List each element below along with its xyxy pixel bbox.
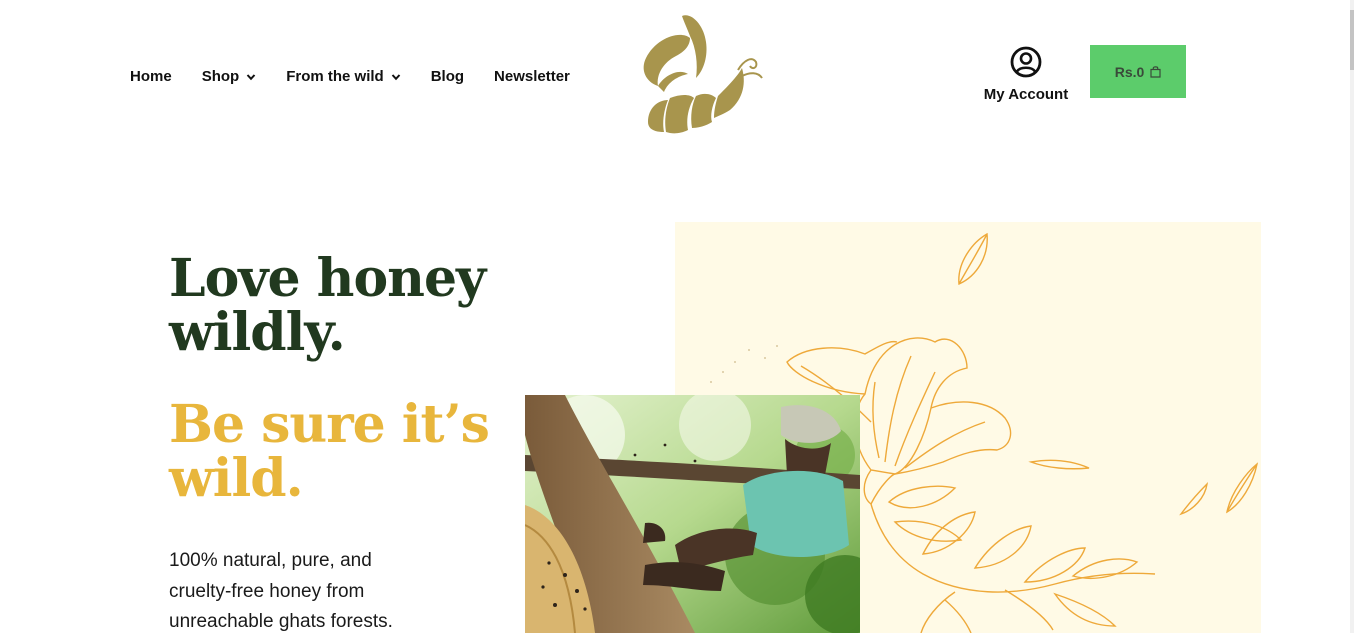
hero-heading: Love honey wildly. bbox=[169, 252, 486, 363]
hero-heading-line1: Love honey bbox=[169, 248, 486, 309]
chevron-down-icon bbox=[246, 73, 256, 80]
nav-shop-label: Shop bbox=[201, 68, 240, 85]
nav-home-label: Home bbox=[130, 68, 172, 85]
cart-amount: Rs.0 bbox=[1114, 63, 1145, 80]
nav-newsletter[interactable]: Newsletter bbox=[494, 68, 570, 85]
nav-newsletter-label: Newsletter bbox=[494, 68, 570, 85]
hero-subheading-line1: Be sure it’s bbox=[169, 394, 490, 455]
nav-home[interactable]: Home bbox=[130, 68, 172, 85]
nav-from-the-wild[interactable]: From the wild bbox=[286, 68, 401, 85]
honey-hunter-photo bbox=[525, 395, 860, 633]
bee-logo-icon[interactable] bbox=[634, 12, 766, 138]
hero-description-line1: 100% natural, pure, and bbox=[169, 550, 372, 571]
hero-heading-line2: wildly. bbox=[169, 302, 346, 363]
hero-description-line3: unreachable ghats forests. bbox=[169, 611, 393, 632]
chevron-down-icon bbox=[391, 73, 400, 80]
nav-shop[interactable]: Shop bbox=[202, 68, 257, 85]
hero-subheading: Be sure it’s wild. bbox=[169, 398, 490, 509]
hero-description-line2: cruelty-free honey from bbox=[169, 580, 365, 602]
my-account-link[interactable]: My Account bbox=[980, 45, 1072, 103]
hero-subheading-line2: wild. bbox=[169, 448, 304, 509]
user-circle-icon bbox=[1010, 46, 1042, 78]
scrollbar[interactable] bbox=[1350, 0, 1354, 633]
my-account-label: My Account bbox=[983, 86, 1069, 103]
main-nav: Home Shop From the wild Blog Newsletter bbox=[130, 68, 600, 85]
nav-blog-label: Blog bbox=[430, 68, 465, 85]
hero-description: 100% natural, pure, and cruelty-free hon… bbox=[169, 546, 439, 638]
shopping-bag-icon bbox=[1150, 66, 1161, 78]
nav-blog[interactable]: Blog bbox=[431, 68, 464, 85]
scrollbar-thumb[interactable] bbox=[1350, 10, 1354, 70]
cart-button[interactable]: Rs.0 bbox=[1090, 45, 1186, 98]
nav-from-the-wild-label: From the wild bbox=[286, 68, 384, 85]
